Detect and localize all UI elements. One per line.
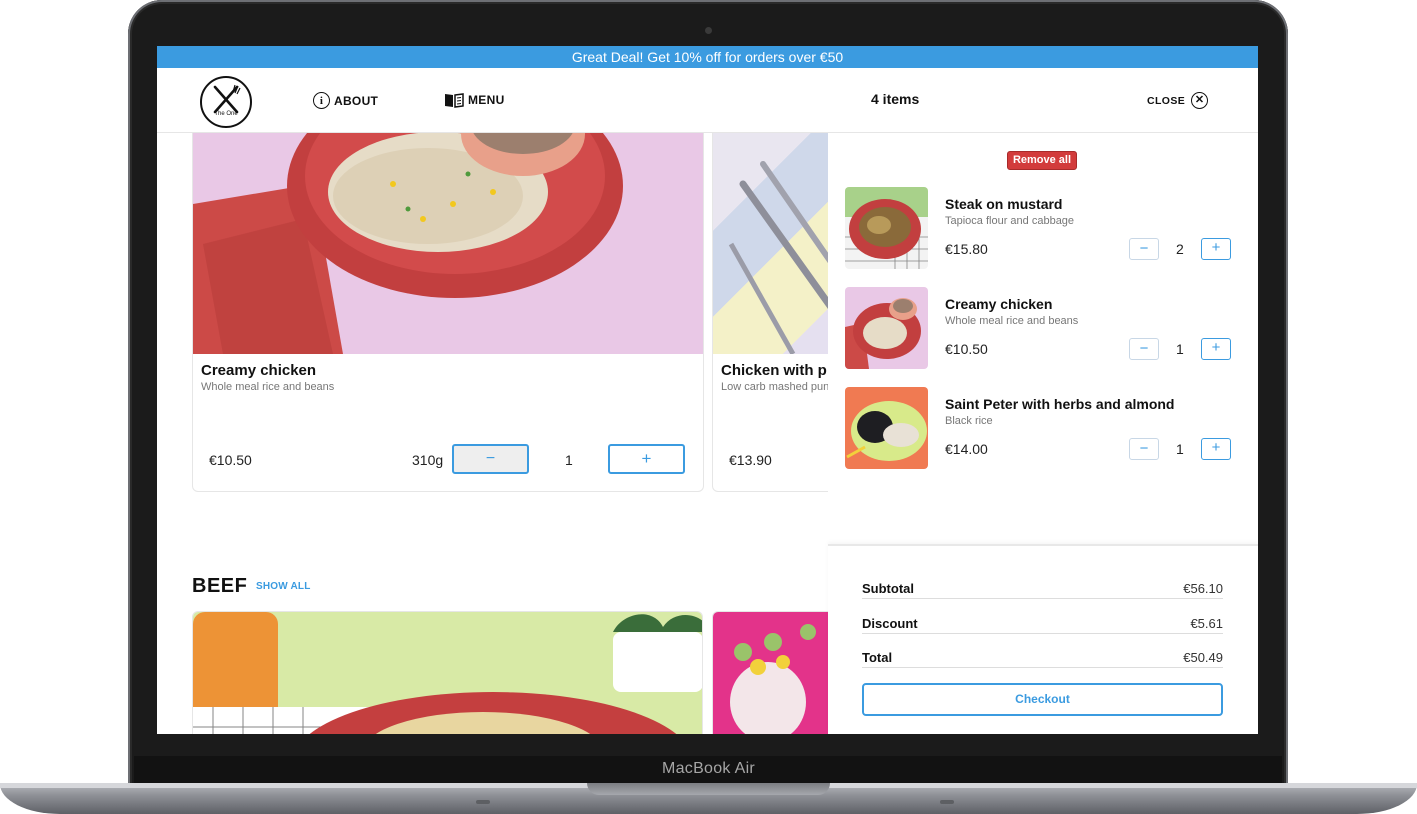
cart-item-quantity: 1 bbox=[1176, 441, 1184, 457]
cart-item: Steak on mustard Tapioca flour and cabba… bbox=[845, 187, 1245, 271]
laptop-model-label: MacBook Air bbox=[661, 760, 756, 777]
cart-item-description: Whole meal rice and beans bbox=[945, 315, 1079, 327]
cart-item-name: Saint Peter with herbs and almond bbox=[945, 396, 1175, 412]
product-card[interactable] bbox=[712, 611, 828, 734]
nav-about-label: ABOUT bbox=[334, 93, 379, 108]
discount-value: €5.61 bbox=[1190, 616, 1223, 631]
product-description: Whole meal rice and beans bbox=[201, 381, 335, 393]
product-card[interactable]: Chicken with p Low carb mashed pun €13.9… bbox=[712, 133, 828, 492]
increase-quantity-button[interactable]: + bbox=[1201, 238, 1231, 260]
product-photo bbox=[193, 133, 703, 354]
cart-item: Saint Peter with herbs and almond Black … bbox=[845, 387, 1245, 471]
subtotal-row: Subtotal €56.10 bbox=[862, 579, 1223, 599]
nav-about[interactable]: i ABOUT bbox=[313, 92, 378, 109]
product-photo bbox=[193, 612, 702, 734]
product-grid: Creamy chicken Whole meal rice and beans… bbox=[157, 133, 828, 734]
cart-item-thumbnail bbox=[845, 187, 928, 269]
close-cart-button[interactable]: CLOSE ✕ bbox=[1147, 92, 1209, 109]
total-label: Total bbox=[862, 650, 893, 665]
product-photo bbox=[713, 612, 828, 734]
cart-item-price: €15.80 bbox=[945, 241, 988, 257]
top-nav: The One i ABOUT MENU 4 items CLOSE ✕ bbox=[157, 68, 1258, 133]
cart-item-description: Black rice bbox=[945, 415, 993, 427]
product-weight: 310g bbox=[412, 452, 444, 468]
logo[interactable]: The One bbox=[200, 76, 252, 128]
product-card[interactable] bbox=[192, 611, 703, 734]
cart-item-name: Creamy chicken bbox=[945, 296, 1053, 312]
close-circle-icon: ✕ bbox=[1191, 92, 1209, 109]
product-price: €10.50 bbox=[209, 452, 252, 468]
remove-all-button[interactable]: Remove all bbox=[1007, 151, 1077, 170]
cart-drawer: Remove all Steak on mustard Tapioca flou… bbox=[828, 133, 1258, 734]
cart-item-name: Steak on mustard bbox=[945, 196, 1063, 212]
nav-menu[interactable]: MENU bbox=[444, 92, 505, 108]
total-row: Total €50.49 bbox=[862, 648, 1223, 668]
screen: Great Deal! Get 10% off for orders over … bbox=[157, 46, 1258, 734]
checkout-button[interactable]: Checkout bbox=[862, 683, 1223, 716]
section-title: BEEF bbox=[192, 575, 248, 597]
decrease-quantity-button[interactable]: − bbox=[452, 444, 529, 474]
product-name: Creamy chicken bbox=[201, 362, 317, 379]
logo-text: The One bbox=[214, 111, 238, 117]
book-icon bbox=[445, 93, 464, 108]
cart-item-quantity: 1 bbox=[1176, 341, 1184, 357]
cart-item-thumbnail bbox=[845, 387, 928, 469]
cart-item-price: €14.00 bbox=[945, 441, 988, 457]
increase-quantity-button[interactable]: + bbox=[1201, 338, 1231, 360]
cart-item-description: Tapioca flour and cabbage bbox=[945, 215, 1075, 227]
subtotal-label: Subtotal bbox=[862, 581, 914, 596]
cart-item-thumbnail bbox=[845, 287, 928, 369]
total-value: €50.49 bbox=[1183, 650, 1223, 665]
promo-banner: Great Deal! Get 10% off for orders over … bbox=[157, 46, 1258, 68]
increase-quantity-button[interactable]: + bbox=[1201, 438, 1231, 460]
fork-knife-icon bbox=[213, 84, 241, 114]
laptop-mockup: MacBook Air Great Deal! Get 10% off for … bbox=[0, 0, 1417, 814]
product-quantity: 1 bbox=[565, 452, 573, 468]
decrease-quantity-button[interactable]: − bbox=[1129, 238, 1159, 260]
cart-item-count: 4 items bbox=[871, 91, 920, 107]
product-price: €13.90 bbox=[729, 452, 772, 468]
cart-item-quantity: 2 bbox=[1176, 241, 1184, 257]
increase-quantity-button[interactable]: + bbox=[608, 444, 685, 474]
laptop-foot bbox=[476, 800, 490, 804]
discount-row: Discount €5.61 bbox=[862, 614, 1223, 634]
cart-item: Creamy chicken Whole meal rice and beans… bbox=[845, 287, 1245, 371]
laptop-foot bbox=[940, 800, 954, 804]
product-photo bbox=[713, 133, 828, 354]
product-description: Low carb mashed pun bbox=[721, 381, 828, 393]
subtotal-value: €56.10 bbox=[1183, 581, 1223, 596]
order-summary: Subtotal €56.10 Discount €5.61 Total €50… bbox=[828, 544, 1258, 734]
product-name: Chicken with p bbox=[721, 362, 827, 379]
camera bbox=[705, 27, 712, 34]
product-card[interactable]: Creamy chicken Whole meal rice and beans… bbox=[192, 133, 704, 492]
cart-item-price: €10.50 bbox=[945, 341, 988, 357]
laptop-notch bbox=[587, 783, 830, 795]
nav-menu-label: MENU bbox=[468, 93, 505, 107]
discount-label: Discount bbox=[862, 616, 918, 631]
show-all-link[interactable]: SHOW ALL bbox=[256, 581, 311, 592]
decrease-quantity-button[interactable]: − bbox=[1129, 438, 1159, 460]
info-icon: i bbox=[313, 92, 330, 109]
decrease-quantity-button[interactable]: − bbox=[1129, 338, 1159, 360]
close-label: CLOSE bbox=[1147, 94, 1186, 107]
